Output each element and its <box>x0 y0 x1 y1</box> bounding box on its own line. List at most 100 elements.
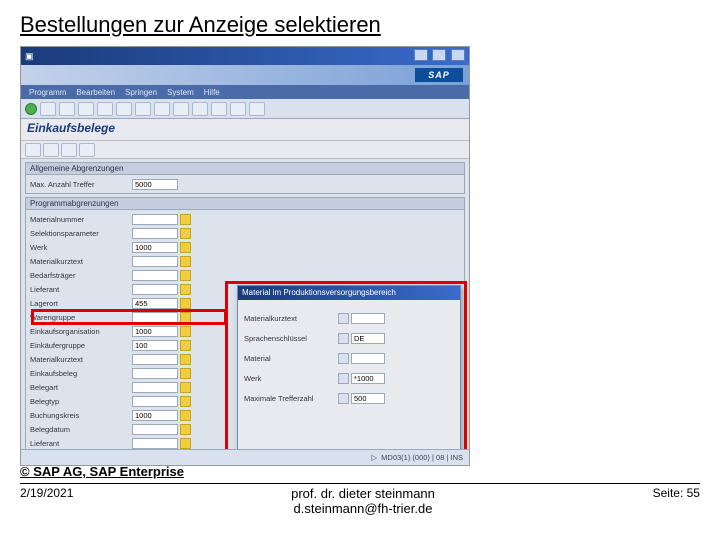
radio-icon[interactable] <box>338 373 349 384</box>
field-input[interactable] <box>132 284 178 295</box>
field-label: Lieferant <box>30 285 130 294</box>
field-input[interactable] <box>132 438 178 449</box>
subtoolbar-button[interactable] <box>43 143 59 157</box>
toolbar-button[interactable] <box>116 102 132 116</box>
multi-select-icon[interactable] <box>180 438 191 449</box>
field-input[interactable]: 1000 <box>132 410 178 421</box>
popup-field-input[interactable]: DE <box>351 333 385 344</box>
field-input[interactable] <box>132 312 178 323</box>
field-input[interactable] <box>132 214 178 225</box>
group-general-title: Allgemeine Abgrenzungen <box>26 163 464 175</box>
field-row: Materialnummer <box>30 212 460 226</box>
slide-title: Bestellungen zur Anzeige selektieren <box>20 12 700 38</box>
popup-field-row: Werk *1000 <box>244 370 454 386</box>
field-label: Einkäufergruppe <box>30 341 130 350</box>
multi-select-icon[interactable] <box>180 354 191 365</box>
radio-icon[interactable] <box>338 393 349 404</box>
field-input[interactable] <box>132 396 178 407</box>
multi-select-icon[interactable] <box>180 270 191 281</box>
field-label: Materialkurztext <box>30 257 130 266</box>
field-input[interactable] <box>132 368 178 379</box>
multi-select-icon[interactable] <box>180 410 191 421</box>
field-input[interactable]: 100 <box>132 340 178 351</box>
toolbar-button[interactable] <box>211 102 227 116</box>
toolbar-button[interactable] <box>249 102 265 116</box>
field-input[interactable]: 1000 <box>132 242 178 253</box>
popup-field-input[interactable]: *1000 <box>351 373 385 384</box>
multi-select-icon[interactable] <box>180 312 191 323</box>
field-input[interactable] <box>132 382 178 393</box>
multi-select-icon[interactable] <box>180 326 191 337</box>
multi-select-icon[interactable] <box>180 214 191 225</box>
multi-select-icon[interactable] <box>180 340 191 351</box>
popup-field-input[interactable] <box>351 353 385 364</box>
field-input[interactable] <box>132 256 178 267</box>
status-text: MD03(1) (000) | 08 | INS <box>381 453 463 462</box>
multi-select-icon[interactable] <box>180 242 191 253</box>
menu-springen[interactable]: Springen <box>125 88 157 97</box>
radio-icon[interactable] <box>338 353 349 364</box>
popup-field-input[interactable]: 500 <box>351 393 385 404</box>
toolbar-button[interactable] <box>97 102 113 116</box>
field-input[interactable] <box>132 424 178 435</box>
footer-author: prof. dr. dieter steinmann <box>291 486 435 501</box>
toolbar-button[interactable] <box>78 102 94 116</box>
field-label: Max. Anzahl Treffer <box>30 180 130 189</box>
max-hits-input[interactable]: 5000 <box>132 179 178 190</box>
slide-footer: © SAP AG, SAP Enterprise 2/19/2021 prof.… <box>20 464 700 516</box>
menu-hilfe[interactable]: Hilfe <box>204 88 220 97</box>
toolbar-button[interactable] <box>135 102 151 116</box>
popup-field-row: Maximale Trefferzahl 500 <box>244 390 454 406</box>
enter-icon[interactable] <box>25 103 37 115</box>
toolbar-button[interactable] <box>173 102 189 116</box>
multi-select-icon[interactable] <box>180 424 191 435</box>
radio-icon[interactable] <box>338 313 349 324</box>
popup-field-row: SprachenschlüsselDE <box>244 330 454 346</box>
footer-email: d.steinmann@fh-trier.de <box>291 501 435 516</box>
group-general: Allgemeine Abgrenzungen Max. Anzahl Tref… <box>25 162 465 194</box>
toolbar-button[interactable] <box>59 102 75 116</box>
menubar[interactable]: Programm Bearbeiten Springen System Hilf… <box>21 85 469 99</box>
close-icon[interactable] <box>451 49 465 61</box>
popup-title: Material im Produktionsversorgungsbereic… <box>238 286 460 300</box>
field-label: Warengruppe <box>30 313 130 322</box>
footer-date: 2/19/2021 <box>20 486 73 500</box>
field-label: Werk <box>30 243 130 252</box>
toolbar-button[interactable] <box>40 102 56 116</box>
subtoolbar-button[interactable] <box>79 143 95 157</box>
field-input[interactable] <box>132 270 178 281</box>
toolbar-button[interactable] <box>230 102 246 116</box>
multi-select-icon[interactable] <box>180 382 191 393</box>
field-input[interactable] <box>132 354 178 365</box>
search-help-popup: Material im Produktionsversorgungsbereic… <box>237 285 461 449</box>
maximize-icon[interactable] <box>432 49 446 61</box>
field-input[interactable]: 455 <box>132 298 178 309</box>
menu-bearbeiten[interactable]: Bearbeiten <box>76 88 115 97</box>
menu-system[interactable]: System <box>167 88 194 97</box>
field-label: Lieferant <box>30 439 130 448</box>
field-input[interactable]: 1000 <box>132 326 178 337</box>
field-row: Max. Anzahl Treffer 5000 <box>30 177 460 191</box>
field-label: Bedarfsträger <box>30 271 130 280</box>
field-row: Werk1000 <box>30 240 460 254</box>
multi-select-icon[interactable] <box>180 396 191 407</box>
popup-field-label: Werk <box>244 374 332 383</box>
multi-select-icon[interactable] <box>180 298 191 309</box>
field-label: Buchungskreis <box>30 411 130 420</box>
multi-select-icon[interactable] <box>180 228 191 239</box>
minimize-icon[interactable] <box>414 49 428 61</box>
field-input[interactable] <box>132 228 178 239</box>
menu-programm[interactable]: Programm <box>29 88 66 97</box>
subtoolbar-button[interactable] <box>61 143 77 157</box>
popup-field-input[interactable] <box>351 313 385 324</box>
radio-icon[interactable] <box>338 333 349 344</box>
execute-icon[interactable] <box>25 143 41 157</box>
multi-select-icon[interactable] <box>180 368 191 379</box>
toolbar-button[interactable] <box>192 102 208 116</box>
field-label: Lagerort <box>30 299 130 308</box>
multi-select-icon[interactable] <box>180 256 191 267</box>
sap-header: SAP <box>21 65 469 85</box>
popup-field-label: Maximale Trefferzahl <box>244 394 332 403</box>
toolbar-button[interactable] <box>154 102 170 116</box>
multi-select-icon[interactable] <box>180 284 191 295</box>
